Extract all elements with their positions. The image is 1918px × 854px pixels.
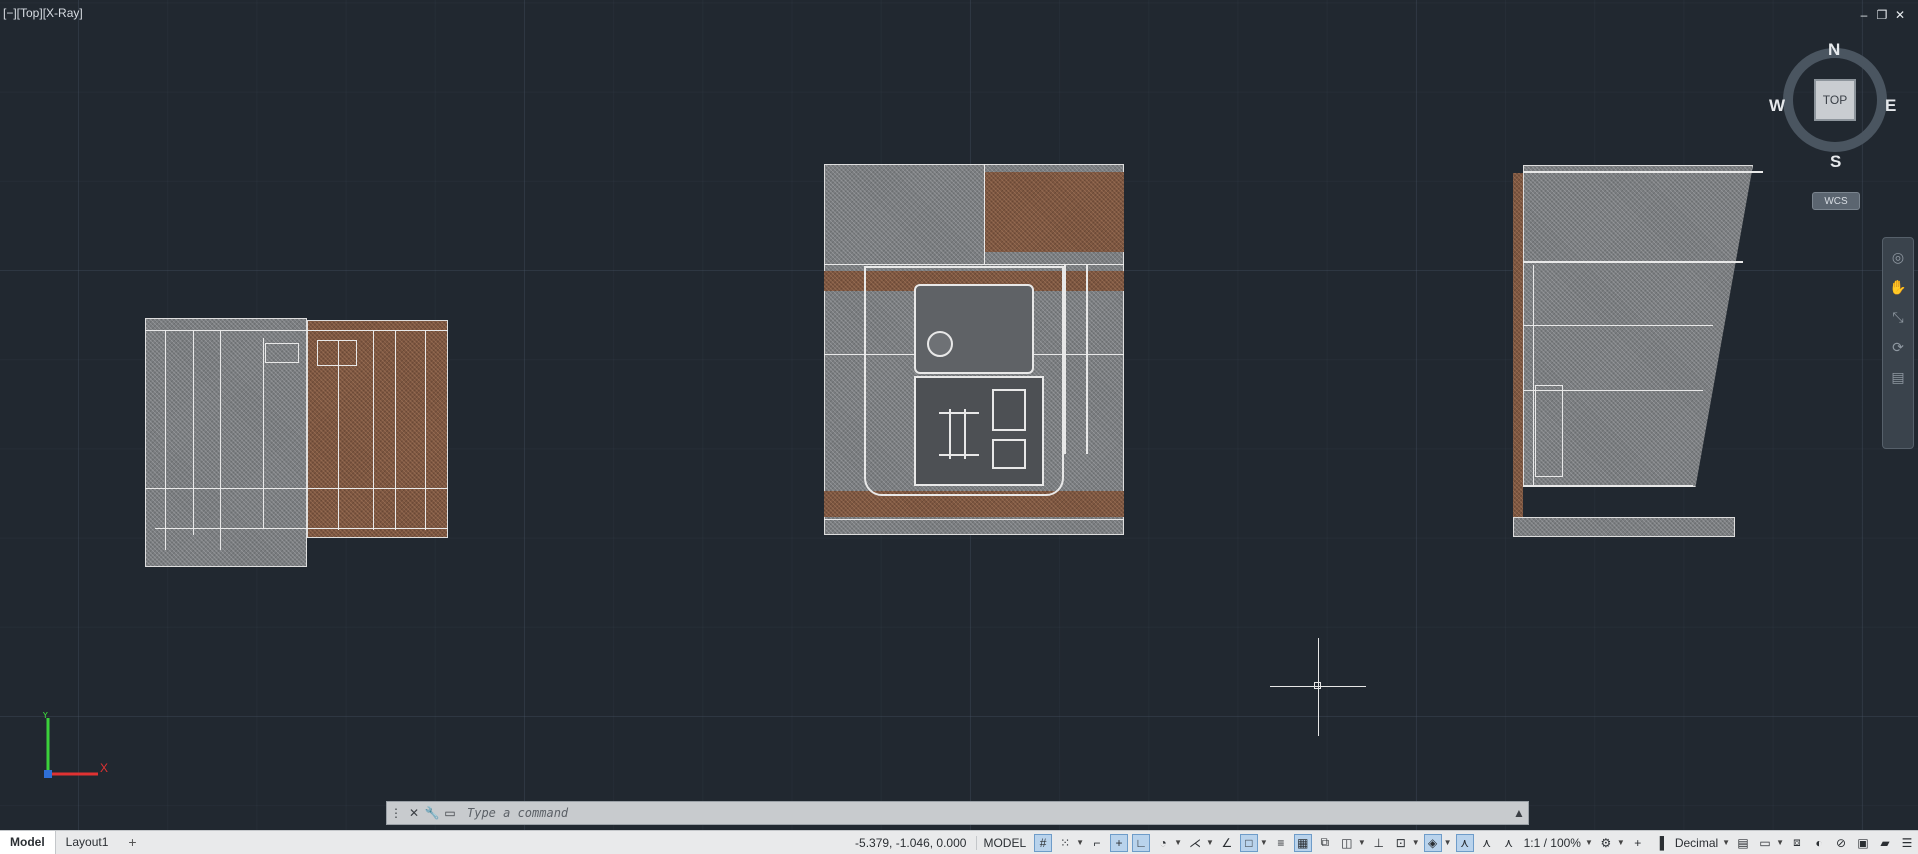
- object-snap-icon[interactable]: □: [1239, 833, 1258, 852]
- pan-icon[interactable]: ✋: [1888, 276, 1908, 298]
- command-grip-icon[interactable]: ⋮: [387, 806, 405, 820]
- selection-cycling-icon[interactable]: ⧉: [1316, 834, 1334, 852]
- drawing-viewport[interactable]: [−][Top][X-Ray] – ❐ ✕ TOP N S E W WCS ◎ …: [0, 0, 1918, 830]
- viewcube[interactable]: TOP N S E W: [1769, 40, 1896, 172]
- workspace-icon[interactable]: ⚙: [1597, 834, 1615, 852]
- drawing-left-view[interactable]: [145, 318, 450, 567]
- command-line: ⋮ ✕ 🔧 ▭ ▲: [386, 801, 1529, 825]
- coordinate-system-menu[interactable]: WCS: [1812, 192, 1860, 210]
- quick-properties-icon[interactable]: ▤: [1734, 834, 1752, 852]
- lock-ui-icon[interactable]: ▭: [1756, 834, 1774, 852]
- navigation-bar: ◎ ✋ ⤡ ⟳ ▤: [1882, 237, 1914, 449]
- showmotion-icon[interactable]: ▤: [1888, 366, 1908, 388]
- close-icon[interactable]: ✕: [1894, 8, 1906, 22]
- plus-icon[interactable]: +: [1629, 834, 1647, 852]
- maximize-viewport-icon[interactable]: ▣: [1854, 834, 1872, 852]
- auto-scale-icon[interactable]: ◈: [1423, 833, 1442, 852]
- tab-model[interactable]: Model: [0, 831, 56, 854]
- restore-icon[interactable]: ❐: [1876, 8, 1888, 22]
- drawing-center-view[interactable]: [824, 164, 1124, 535]
- snap-icon[interactable]: ⁙: [1056, 834, 1074, 852]
- cursor-coordinates[interactable]: -5.379, -1.046, 0.000: [855, 836, 976, 850]
- units-value[interactable]: Decimal: [1671, 836, 1722, 850]
- close-icon[interactable]: ✕: [405, 806, 423, 820]
- polar-icon[interactable]: ◔: [1154, 834, 1172, 852]
- ortho-icon[interactable]: ∟: [1132, 833, 1151, 852]
- transparency-icon[interactable]: ▦: [1293, 833, 1312, 852]
- steering-wheel-icon[interactable]: ◎: [1888, 246, 1908, 268]
- infer-icon[interactable]: ⌐: [1088, 834, 1106, 852]
- tab-layout1[interactable]: Layout1: [56, 831, 119, 854]
- add-layout-button[interactable]: +: [118, 831, 146, 854]
- command-expand-icon[interactable]: ▲: [1510, 806, 1528, 820]
- object-track-icon[interactable]: ∠: [1218, 834, 1236, 852]
- compass-east[interactable]: E: [1885, 96, 1896, 116]
- command-history-icon[interactable]: ▭: [441, 806, 459, 820]
- wrench-icon[interactable]: 🔧: [423, 806, 441, 820]
- viewport-controls-label[interactable]: [−][Top][X-Ray]: [3, 6, 83, 20]
- grid-icon[interactable]: #: [1034, 833, 1053, 852]
- compass-west[interactable]: W: [1769, 96, 1785, 116]
- ucs-icon: Y X: [42, 712, 108, 778]
- drawing-right-view[interactable]: [1513, 165, 1768, 538]
- hardware-accel-icon[interactable]: ◐: [1810, 834, 1828, 852]
- status-bar: Model Layout1 + -5.379, -1.046, 0.000 MO…: [0, 830, 1918, 854]
- viewcube-top-face[interactable]: TOP: [1814, 79, 1856, 121]
- sync-scale-icon[interactable]: ⋏: [1500, 834, 1518, 852]
- isolate-icon[interactable]: ⧈: [1788, 834, 1806, 852]
- 3d-osnap-icon[interactable]: ◫: [1338, 834, 1356, 852]
- model-space-button[interactable]: MODEL: [976, 835, 1032, 850]
- lineweight-icon[interactable]: ≡: [1272, 834, 1290, 852]
- dynamic-input-icon[interactable]: +: [1110, 833, 1129, 852]
- clean-screen-icon[interactable]: ⊘: [1832, 834, 1850, 852]
- annotation-scale-icon[interactable]: ⋏: [1478, 834, 1496, 852]
- zoom-icon[interactable]: ⤡: [1888, 306, 1908, 328]
- ucs-x-label: X: [100, 761, 108, 775]
- annotation-monitor-icon[interactable]: ⊡: [1392, 834, 1410, 852]
- minimize-icon[interactable]: –: [1858, 8, 1870, 22]
- annotation-visibility-icon[interactable]: ⋏: [1455, 833, 1474, 852]
- ucs-y-label: Y: [42, 712, 49, 721]
- compass-north[interactable]: N: [1828, 40, 1840, 60]
- isodraft-icon[interactable]: ⋌: [1186, 834, 1204, 852]
- cursor-crosshair: [1270, 638, 1366, 736]
- customize-icon[interactable]: ☰: [1898, 834, 1916, 852]
- units-icon[interactable]: ▐: [1651, 834, 1669, 852]
- gizmo-icon[interactable]: ⊥: [1370, 834, 1388, 852]
- annotation-scale-value[interactable]: 1:1 / 100%: [1520, 836, 1585, 850]
- viewport-window-controls: – ❐ ✕: [1858, 8, 1906, 22]
- compass-south[interactable]: S: [1830, 152, 1841, 172]
- orbit-icon[interactable]: ⟳: [1888, 336, 1908, 358]
- command-input[interactable]: [465, 805, 1510, 821]
- graphics-icon[interactable]: ▰: [1876, 834, 1894, 852]
